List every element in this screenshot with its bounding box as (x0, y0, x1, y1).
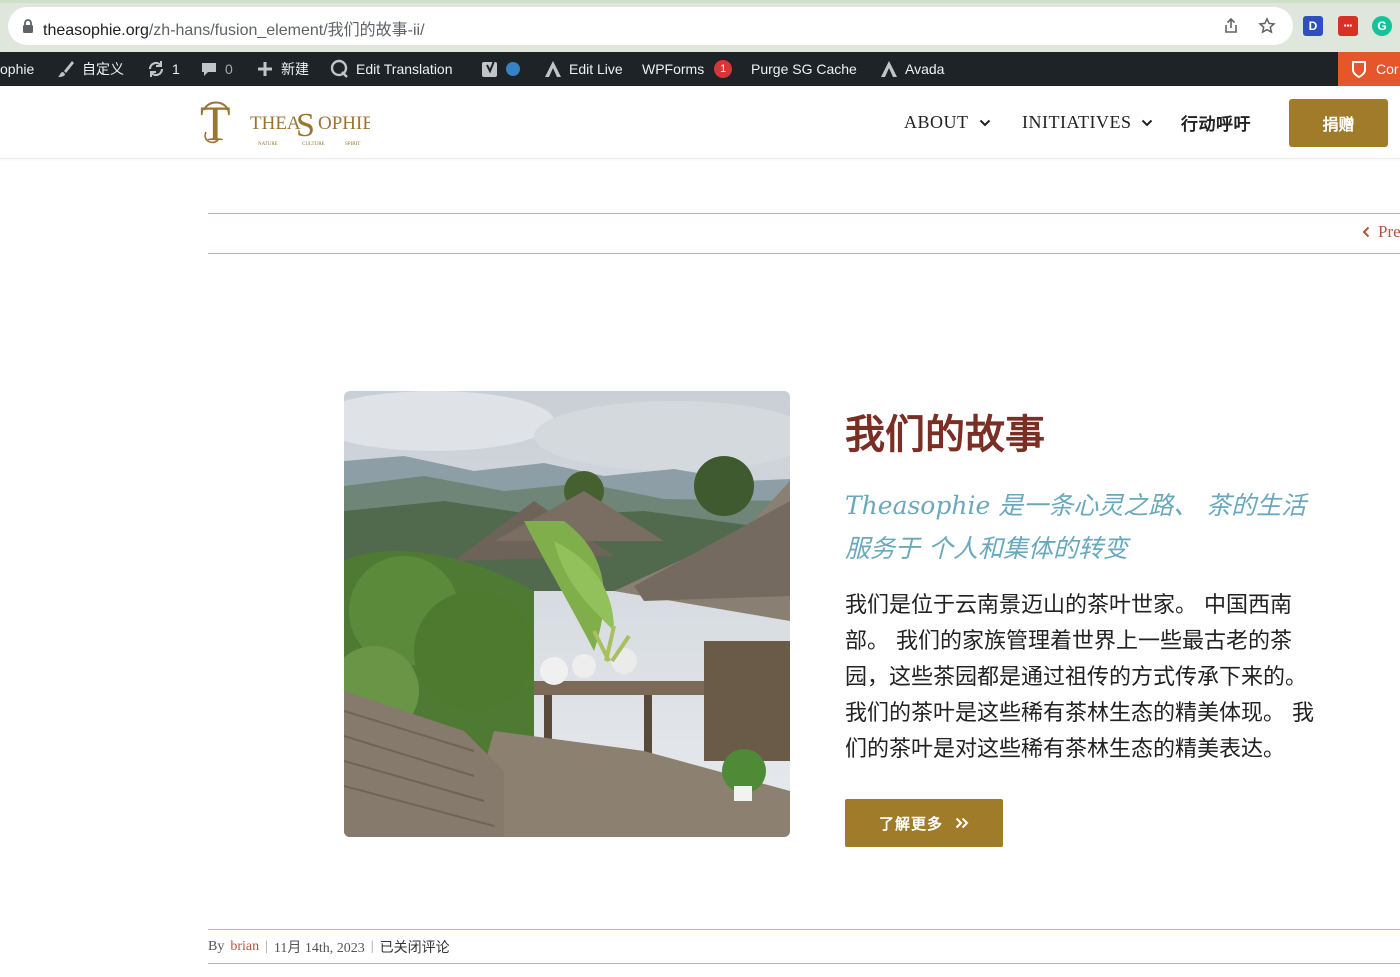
admin-bar-comments[interactable]: 0 (199, 52, 233, 86)
admin-bar-yoast[interactable] (480, 52, 520, 86)
body-line: 园，这些茶园都是通过祖传的方式传承下来的。 (845, 665, 1308, 690)
body-line: 我们是位于云南景迈山的茶叶世家。 中国西南 (845, 593, 1292, 618)
body-line: 部。 我们的家族管理着世界上一些最古老的茶 (845, 629, 1292, 654)
admin-bar-customize[interactable]: 自定义 (56, 52, 124, 86)
browser-toolbar: theasophie.org/zh-hans/fusion_element/我们… (0, 0, 1400, 52)
seo-status-dot-icon (506, 62, 520, 76)
nav-call-to-action[interactable]: 行动呼吁 (1181, 86, 1251, 159)
tea-village-photo (344, 391, 790, 837)
admin-bar-new[interactable]: 新建 (255, 52, 309, 86)
address-bar[interactable]: theasophie.org/zh-hans/fusion_element/我们… (8, 7, 1293, 45)
donate-button[interactable]: 捐赠 (1289, 99, 1388, 147)
divider-bottom (208, 253, 1400, 254)
admin-bar-purge-cache[interactable]: Purge SG Cache (751, 52, 857, 86)
url-path: /zh-hans/fusion_element/我们的故事-ii/ (148, 22, 425, 39)
previous-post-link[interactable]: Pre (1362, 222, 1400, 242)
dashlane-extension-icon[interactable]: D (1303, 16, 1323, 36)
red-extension-icon[interactable]: ▪▪▪ (1338, 16, 1358, 36)
admin-bar-updates[interactable]: 1 (146, 52, 180, 86)
meta-separator: | (370, 939, 374, 954)
grammarly-extension-icon[interactable]: G (1372, 16, 1392, 36)
share-icon[interactable] (1222, 17, 1240, 35)
site-header: T THEA S OPHIE NATURE CULTURE SPIRIT ABO… (0, 86, 1400, 159)
page-root: theasophie.org/zh-hans/fusion_element/我们… (0, 0, 1400, 977)
double-chevron-right-icon (955, 817, 969, 829)
admin-bar-right-item[interactable]: Cor (1338, 52, 1400, 86)
plus-icon (258, 62, 272, 76)
updates-icon (148, 61, 164, 77)
admin-bar-edit-live[interactable]: Edit Live (543, 52, 623, 86)
post-date: 11月 14th, 2023 (273, 941, 365, 956)
svg-text:OPHIE: OPHIE (318, 113, 370, 134)
nav-about[interactable]: ABOUT (904, 86, 991, 159)
yoast-icon (482, 60, 497, 77)
svg-text:NATURE: NATURE (258, 142, 278, 147)
comment-bubble-icon (202, 63, 216, 76)
svg-text:THEA: THEA (250, 113, 301, 134)
translate-icon (330, 59, 348, 78)
admin-bar-wpforms[interactable]: WPForms 1 (642, 52, 733, 86)
story-title: 我们的故事 (845, 411, 1045, 458)
svg-text:S: S (296, 107, 315, 144)
admin-bar-avada[interactable]: Avada (879, 52, 944, 86)
leaf-shield-icon (1352, 61, 1366, 78)
nav-initiatives[interactable]: INITIATIVES (1022, 86, 1153, 159)
story-body: 我们是位于云南景迈山的茶叶世家。 中国西南 部。 我们的家族管理着世界上一些最古… (845, 588, 1375, 768)
wp-admin-bar: ophie 自定义 1 0 新建 Edit Translation Edit L… (0, 52, 1400, 86)
chevron-down-icon (979, 119, 990, 126)
theasophie-logo[interactable]: T THEA S OPHIE NATURE CULTURE SPIRIT (200, 96, 370, 148)
admin-bar-edit-translation[interactable]: Edit Translation (330, 52, 453, 86)
learn-more-button[interactable]: 了解更多 (845, 799, 1003, 847)
comments-status: 已关闭评论 (379, 940, 450, 956)
svg-text:T: T (200, 96, 231, 148)
lock-icon[interactable] (20, 18, 36, 34)
paintbrush-icon (58, 61, 74, 77)
chevron-left-icon (1362, 226, 1370, 238)
body-line: 们的茶叶是对这些稀有茶林生态的精美表达。 (845, 737, 1286, 762)
browser-tab-strip-edge (0, 0, 1400, 3)
meta-divider-bottom (208, 963, 1400, 964)
admin-bar-site-name[interactable]: ophie (0, 52, 34, 86)
meta-separator: | (265, 939, 268, 954)
avada-logo-icon (881, 61, 897, 77)
chevron-down-icon (1142, 119, 1153, 126)
body-line: 我们的茶叶是这些稀有茶林生态的精美体现。 我 (845, 701, 1314, 726)
svg-text:CULTURE: CULTURE (302, 142, 325, 147)
avada-logo-icon (545, 61, 561, 77)
url-domain: theasophie.org (43, 22, 149, 39)
bookmark-star-icon[interactable] (1258, 17, 1276, 35)
author-link[interactable]: brian (230, 939, 259, 955)
url-text[interactable]: theasophie.org/zh-hans/fusion_element/我们… (43, 16, 425, 40)
wpforms-badge: 1 (714, 60, 733, 78)
svg-text:SPIRIT: SPIRIT (345, 142, 360, 147)
divider-top (208, 213, 1400, 214)
post-meta: By brian | 11月 14th, 2023 | 已关闭评论 (208, 939, 450, 956)
tagline-line-1: Theasophie 是一条心灵之路、 茶的生活 (845, 491, 1307, 520)
tagline-line-2: 服务于 个人和集体的转变 (845, 534, 1128, 563)
story-tagline: Theasophie 是一条心灵之路、 茶的生活 服务于 个人和集体的转变 (845, 484, 1365, 570)
meta-divider-top (208, 929, 1400, 930)
